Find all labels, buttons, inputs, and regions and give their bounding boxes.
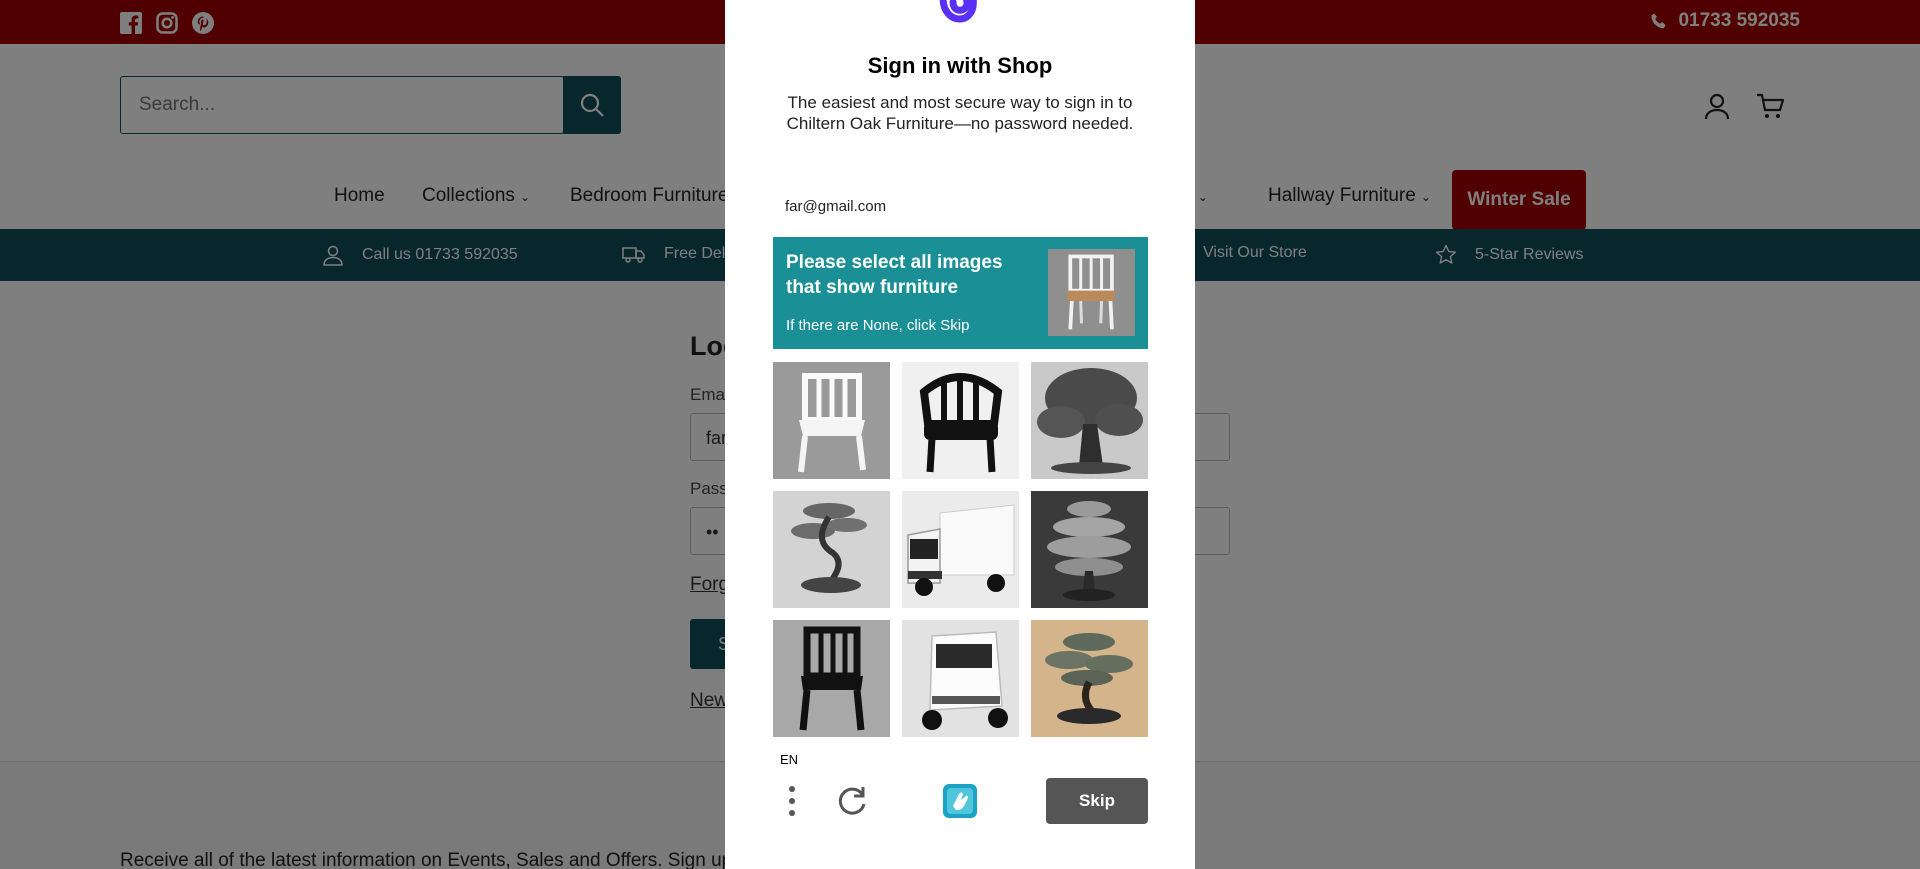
captcha-image-chair[interactable] [773,620,890,737]
menu-icon[interactable] [787,784,797,818]
captcha-image-bonsai[interactable] [1031,491,1148,608]
captcha-sample-image [1048,249,1135,336]
captcha-image-tree[interactable] [1031,362,1148,479]
hcaptcha-logo-icon [943,784,977,818]
captcha-header: Please select all images that show furni… [773,237,1148,349]
shop-signin-modal: Sign in with Shop The easiest and most s… [725,0,1195,869]
refresh-icon[interactable] [835,784,869,818]
shop-logo-icon [939,0,977,23]
captcha-image-bonsai[interactable] [1031,620,1148,737]
captcha-image-truck[interactable] [902,620,1019,737]
captcha-image-armchair[interactable] [902,362,1019,479]
captcha-subtext: If there are None, click Skip [786,317,970,334]
captcha-image-chair[interactable] [773,362,890,479]
modal-title: Sign in with Shop [867,53,1053,78]
skip-button[interactable]: Skip [1046,778,1148,824]
captcha-image-grid [773,362,1148,737]
captcha-footer: Skip [773,776,1148,826]
signed-in-email: far@gmail.com [785,198,887,215]
modal-description: The easiest and most secure way to sign … [786,93,1134,133]
captcha-language-selector[interactable]: EN [780,752,798,767]
captcha-image-truck[interactable] [902,491,1019,608]
captcha-prompt: Please select all images that show furni… [786,252,1003,298]
captcha-image-bonsai[interactable] [773,491,890,608]
